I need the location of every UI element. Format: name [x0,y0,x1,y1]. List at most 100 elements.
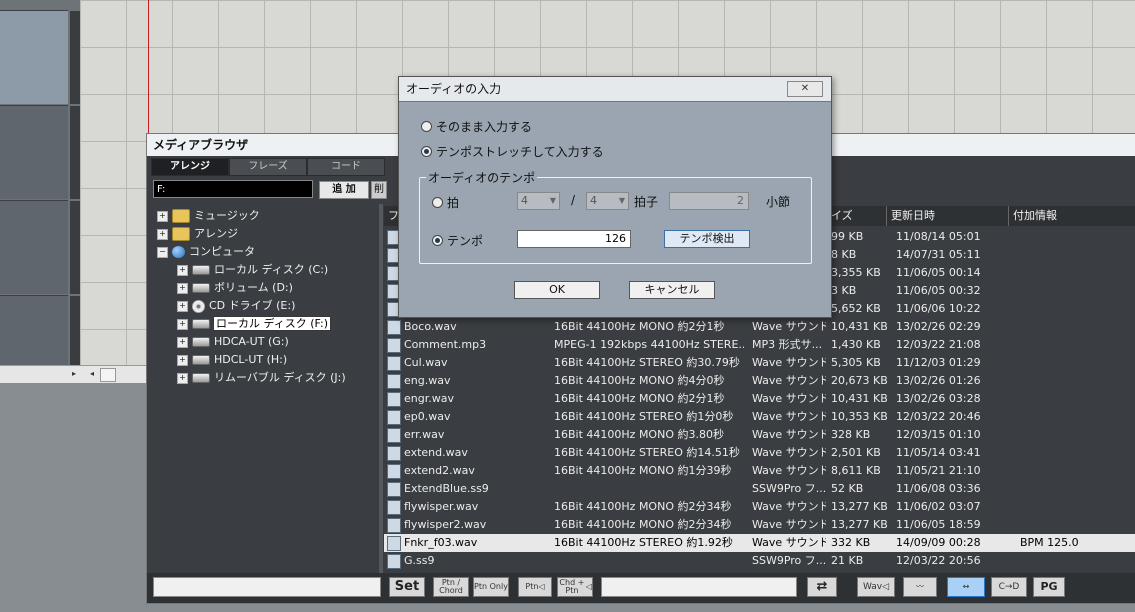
track-header[interactable] [0,200,80,294]
file-row[interactable]: flywisper2.wav 16Bit 44100Hz MONO 約2分34秒 W… [384,516,1135,534]
tree-item-drive-f[interactable]: + ローカル ディスク (F:) [177,315,331,332]
file-size: 2,501 KB [831,446,881,459]
tree-item-drive-h[interactable]: + HDCL-UT (H:) [177,351,287,368]
pg-button[interactable]: PG [1033,577,1065,597]
file-row[interactable]: extend.wav 16Bit 44100Hz STEREO 約14.51秒 Wa… [384,444,1135,462]
wav-play-button[interactable]: Wav ◁ [857,577,895,597]
expand-icon[interactable]: + [157,228,168,240]
file-row[interactable]: engr.wav 16Bit 44100Hz MONO 約2分1秒 Wave サウン… [384,390,1135,408]
file-icon [387,428,401,443]
file-date: 11/06/05 00:32 [896,284,981,297]
speaker-icon: ◁ [538,582,545,591]
expand-icon[interactable]: + [177,300,188,312]
swap-icon[interactable]: ⇄ [807,577,837,597]
expand-icon[interactable]: + [177,264,188,276]
info-field[interactable] [601,577,797,597]
file-row[interactable]: Cul.wav 16Bit 44100Hz STEREO 約30.79秒 Wave … [384,354,1135,372]
horizontal-scrollbar[interactable]: ▸ ◂ [0,365,146,383]
file-row[interactable]: err.wav 16Bit 44100Hz MONO 約3.80秒 Wave サウン… [384,426,1135,444]
ptn-play-button[interactable]: Ptn ◁ [518,577,552,597]
file-row[interactable]: Boco.wav 16Bit 44100Hz MONO 約2分1秒 Wave サウン… [384,318,1135,336]
expand-icon[interactable]: + [157,210,168,222]
disk-icon [192,319,210,329]
set-button[interactable]: Set [389,577,425,597]
chevron-down-icon: ▼ [549,196,556,205]
file-date: 11/06/02 03:07 [896,500,981,513]
file-row[interactable]: ExtendBlue.ss9 SSW9Pro フ... 52 KB 11/06/08 … [384,480,1135,498]
ok-button[interactable]: OK [514,281,600,299]
file-row[interactable]: G.ss9 SSW9Pro フ... 21 KB 12/03/22 20:56 [384,552,1135,570]
file-size: 8,611 KB [831,464,881,477]
filter-input[interactable] [153,577,381,597]
radio-tempo[interactable]: テンポ [432,232,483,249]
scroll-right-icon[interactable]: ▸ [68,367,80,381]
file-row[interactable]: ep0.wav 16Bit 44100Hz STEREO 約1分0秒 Wave サウ… [384,408,1135,426]
add-button[interactable]: 追 加 [319,181,369,199]
file-size: 99 KB [831,230,864,243]
track-header[interactable] [0,10,80,104]
track-header[interactable] [0,105,80,199]
expand-icon[interactable]: + [177,336,188,348]
tree-item-drive-j[interactable]: + リムーバブル ディスク (J:) [177,369,346,386]
file-date: 11/08/14 05:01 [896,230,981,243]
ptn-chord-button[interactable]: Ptn / Chord [433,577,469,597]
file-row[interactable]: Fnkr_f03.wav 16Bit 44100Hz STEREO 約1.92秒 W… [384,534,1135,552]
column-extra[interactable]: 付加情報 [1008,206,1135,226]
file-row[interactable]: Comment.mp3 MPEG-1 192kbps 44100Hz STERE.… [384,336,1135,354]
cancel-button[interactable]: キャンセル [629,281,715,299]
file-date: 14/09/09 00:28 [896,536,981,549]
beat-denominator-select[interactable]: 4 ▼ [586,192,629,210]
tree-item-music[interactable]: + ミュージック [157,207,260,224]
measures-field[interactable]: 2 [669,192,749,210]
file-row[interactable]: extend2.wav 16Bit 44100Hz MONO 約1分39秒 Wave… [384,462,1135,480]
radio-beat[interactable]: 拍 [432,194,459,211]
track-header[interactable] [0,295,80,366]
delete-button[interactable]: 削 [371,181,387,199]
radio-tempo-stretch[interactable]: テンポストレッチして入力する [421,143,604,160]
ptn-only-button[interactable]: Ptn Only [473,577,509,597]
beat-numerator-select[interactable]: 4 ▼ [517,192,560,210]
expand-icon[interactable]: + [177,318,188,330]
beat-numerator-value: 4 [521,194,528,207]
speaker-icon: ◁ [882,582,890,592]
expand-icon[interactable]: + [177,354,188,366]
file-date: 13/02/26 02:29 [896,320,981,333]
file-date: 11/06/06 10:22 [896,302,981,315]
tree-item-drive-c[interactable]: + ローカル ディスク (C:) [177,261,328,278]
tempo-input[interactable]: 126 [517,230,631,248]
close-icon[interactable]: ✕ [787,81,823,97]
path-input[interactable]: F: [153,180,313,198]
file-row[interactable]: eng.wav 16Bit 44100Hz MONO 約4分0秒 Wave サウンド… [384,372,1135,390]
disk-icon [192,337,210,347]
column-date[interactable]: 更新日時 [886,206,1003,226]
wav-label: Wav [862,582,883,592]
expand-icon[interactable]: + [177,282,188,294]
file-date: 11/06/05 00:14 [896,266,981,279]
file-type: Wave サウンド [752,518,826,531]
c-to-d-button[interactable]: C→D [991,577,1027,597]
tree-item-computer[interactable]: − コンピュータ [157,243,255,260]
column-size[interactable]: イズ [826,206,891,226]
expand-icon[interactable]: + [177,372,188,384]
tab-chord[interactable]: コード [307,158,385,176]
scroll-thumb[interactable] [100,368,116,382]
file-name: flywisper2.wav [404,518,487,531]
tree-item-arrange[interactable]: + アレンジ [157,225,238,242]
scroll-left-icon[interactable]: ◂ [86,367,98,381]
pane-splitter[interactable] [379,204,383,574]
tempo-stretch-icon[interactable]: ↔ [947,577,985,597]
radio-as-is[interactable]: そのまま入力する [421,118,532,135]
file-icon [387,500,401,515]
tree-item-drive-d[interactable]: + ボリューム (D:) [177,279,293,296]
file-row[interactable]: flywisper.wav 16Bit 44100Hz MONO 約2分34秒 Wa… [384,498,1135,516]
detect-tempo-button[interactable]: テンポ検出 [664,230,750,248]
collapse-icon[interactable]: − [157,246,168,258]
file-size: 52 KB [831,482,864,495]
chd-ptn-play-button[interactable]: Chd + Ptn ◁ [557,577,593,597]
tree-item-drive-g[interactable]: + HDCA-UT (G:) [177,333,289,350]
tab-phrase[interactable]: フレーズ [229,158,307,176]
tab-arrange[interactable]: アレンジ [151,158,229,176]
waveform-icon[interactable]: 〰 [903,577,937,597]
file-format: MPEG-1 192kbps 44100Hz STERE... [554,338,744,351]
tree-item-drive-e[interactable]: + CD ドライブ (E:) [177,297,295,314]
